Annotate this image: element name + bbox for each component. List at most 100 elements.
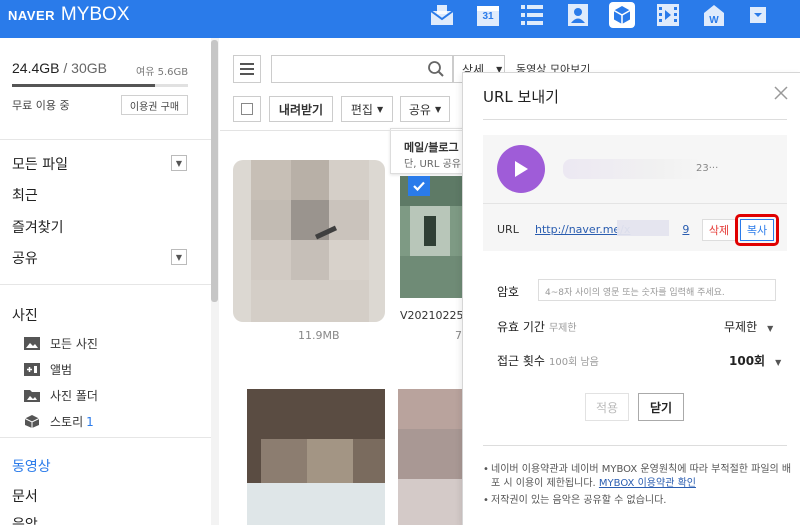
photo-folder-icon [24,390,40,402]
check-icon [413,181,425,192]
tooltip-subtext: 단, URL 공유 [404,159,461,170]
menu-toggle-button[interactable] [233,55,261,83]
caret-down-icon: ▼ [376,104,384,114]
copyright-note: 저작권이 있는 음악은 공유할 수 없습니다. [483,494,795,508]
sidebar-item-share[interactable]: 공유 [12,248,38,268]
blurred-url-segment [617,220,669,236]
video-thumbnail[interactable] [233,160,385,322]
highlight-annotation [735,214,779,246]
sidebar-scrollbar-thumb[interactable] [211,40,218,302]
caret-down-icon: ▼ [775,358,782,367]
sidebar-item-label: 스토리 [50,415,84,429]
video-thumbnail[interactable] [247,389,385,525]
access-label-text: 접근 횟수 [497,354,545,368]
hamburger-icon [240,63,254,65]
share-dropdown-button[interactable]: 공유 ▼ [400,96,450,122]
sidebar-item-music[interactable]: 음악 [12,514,38,525]
delete-url-button[interactable]: 삭제 [702,219,736,241]
edit-label: 편집 [350,102,373,117]
sidebar-item-photo-folder[interactable]: 사진 폴더 [24,387,98,404]
photos-icon [24,337,40,350]
chevron-down-icon: ▼ [175,158,183,168]
album-icon [24,363,40,376]
sidebar-item-recent[interactable]: 최근 [12,185,38,205]
story-count: 1 [86,415,94,429]
storage-usage: 24.4GB / 30GB [12,60,107,76]
dialog-divider [483,119,787,120]
expiry-value: 무제한 [724,320,758,334]
plan-status: 무료 이용 중 [12,99,70,112]
share-tooltip: 메일/블로그 단, URL 공유 [390,128,470,174]
close-dialog-button[interactable]: 닫기 [638,393,684,421]
sidebar-divider [0,139,212,140]
sidebar-item-story[interactable]: 스토리 1 [24,413,94,430]
sidebar-item-favorites[interactable]: 즐겨찾기 [12,217,64,237]
select-all-checkbox[interactable] [233,96,261,122]
file-name-suffix: 23··· [696,163,719,174]
expiry-subtext: 무제한 [548,323,577,334]
password-label: 암호 [497,285,520,299]
expiry-label: 유효 기간 무제한 [497,318,577,335]
play-icon[interactable] [497,145,545,193]
sidebar-item-all-files[interactable]: 모든 파일 [12,154,68,174]
sidebar-item-label: 모든 사진 [50,337,98,351]
access-count-label: 접근 횟수 100회 남음 [497,352,599,369]
apply-button[interactable]: 적용 [585,393,629,421]
shared-file-card: 23··· URL http://naver.me/x 9 삭제 복사 [483,135,787,251]
share-url-tail: 9 [682,223,690,236]
search-icon[interactable] [427,60,445,81]
buy-plan-button[interactable]: 이용권 구매 [121,95,188,115]
office-w-icon[interactable]: W [701,2,727,28]
search-input[interactable] [271,55,453,83]
chevron-down-icon: ▼ [175,252,183,262]
url-label: URL [497,223,519,236]
password-input[interactable]: 4~8자 사이의 영문 또는 숫자를 입력해 주세요. [538,279,776,301]
sidebar-item-label: 사진 폴더 [50,389,98,403]
tooltip-title: 메일/블로그 [404,141,459,154]
url-share-dialog: URL 보내기 23··· URL http://naver.me/x 9 삭제 … [462,72,800,525]
storage-total: 30GB [71,60,107,76]
caret-down-icon: ▼ [767,324,774,333]
list-icon[interactable] [519,2,545,28]
close-icon[interactable] [773,85,789,101]
access-count-dropdown[interactable]: 100회 ▼ [729,352,781,369]
access-value: 100회 [729,354,766,368]
storage-bar-fill [12,84,156,87]
terms-link[interactable]: MYBOX 이용약관 확인 [599,478,696,489]
card-divider [483,203,787,204]
file-size: 7 [455,329,462,342]
blurred-file-name [563,159,703,179]
top-bar: NAVER MYBOX 31 W [0,0,800,38]
naver-mybox-logo[interactable]: NAVER MYBOX [8,4,130,26]
svg-text:W: W [709,15,719,26]
sidebar-item-album[interactable]: 앨범 [24,361,72,378]
sidebar-item-documents[interactable]: 문서 [12,486,38,506]
mybox-cube-icon[interactable] [609,2,635,28]
policy-note: 네이버 이용약관과 네이버 MYBOX 운영원칙에 따라 부적절한 파일의 배포… [483,463,795,491]
edit-dropdown-button[interactable]: 편집 ▼ [341,96,393,122]
brand-mybox: MYBOX [60,4,130,25]
sidebar-section-photos[interactable]: 사진 [12,305,38,325]
mail-icon[interactable] [429,2,455,28]
video-thumbnail[interactable] [398,389,462,525]
selected-checkbox[interactable] [408,176,430,196]
storage-used: 24.4GB [12,60,60,76]
expiry-dropdown[interactable]: 무제한 ▼ [724,318,773,335]
download-button[interactable]: 내려받기 [269,96,333,122]
expiry-label-text: 유효 기간 [497,320,545,334]
sidebar-divider [0,437,212,438]
calendar-icon[interactable]: 31 [475,2,501,28]
file-size: 11.9MB [298,329,340,342]
contacts-icon[interactable] [565,2,591,28]
more-icon[interactable] [745,2,771,28]
all-files-dropdown[interactable]: ▼ [171,155,187,171]
share-label: 공유 [408,102,431,117]
note-text: 저작권이 있는 음악은 공유할 수 없습니다. [491,495,667,506]
sidebar-item-video[interactable]: 동영상 [12,456,51,476]
calendar-day: 31 [482,11,494,22]
share-dropdown[interactable]: ▼ [171,249,187,265]
sidebar: 24.4GB / 30GB 여유 5.6GB 무료 이용 중 이용권 구매 모든… [0,38,212,525]
video-icon[interactable] [655,2,681,28]
caret-down-icon: ▼ [434,104,442,114]
sidebar-item-all-photos[interactable]: 모든 사진 [24,335,98,352]
